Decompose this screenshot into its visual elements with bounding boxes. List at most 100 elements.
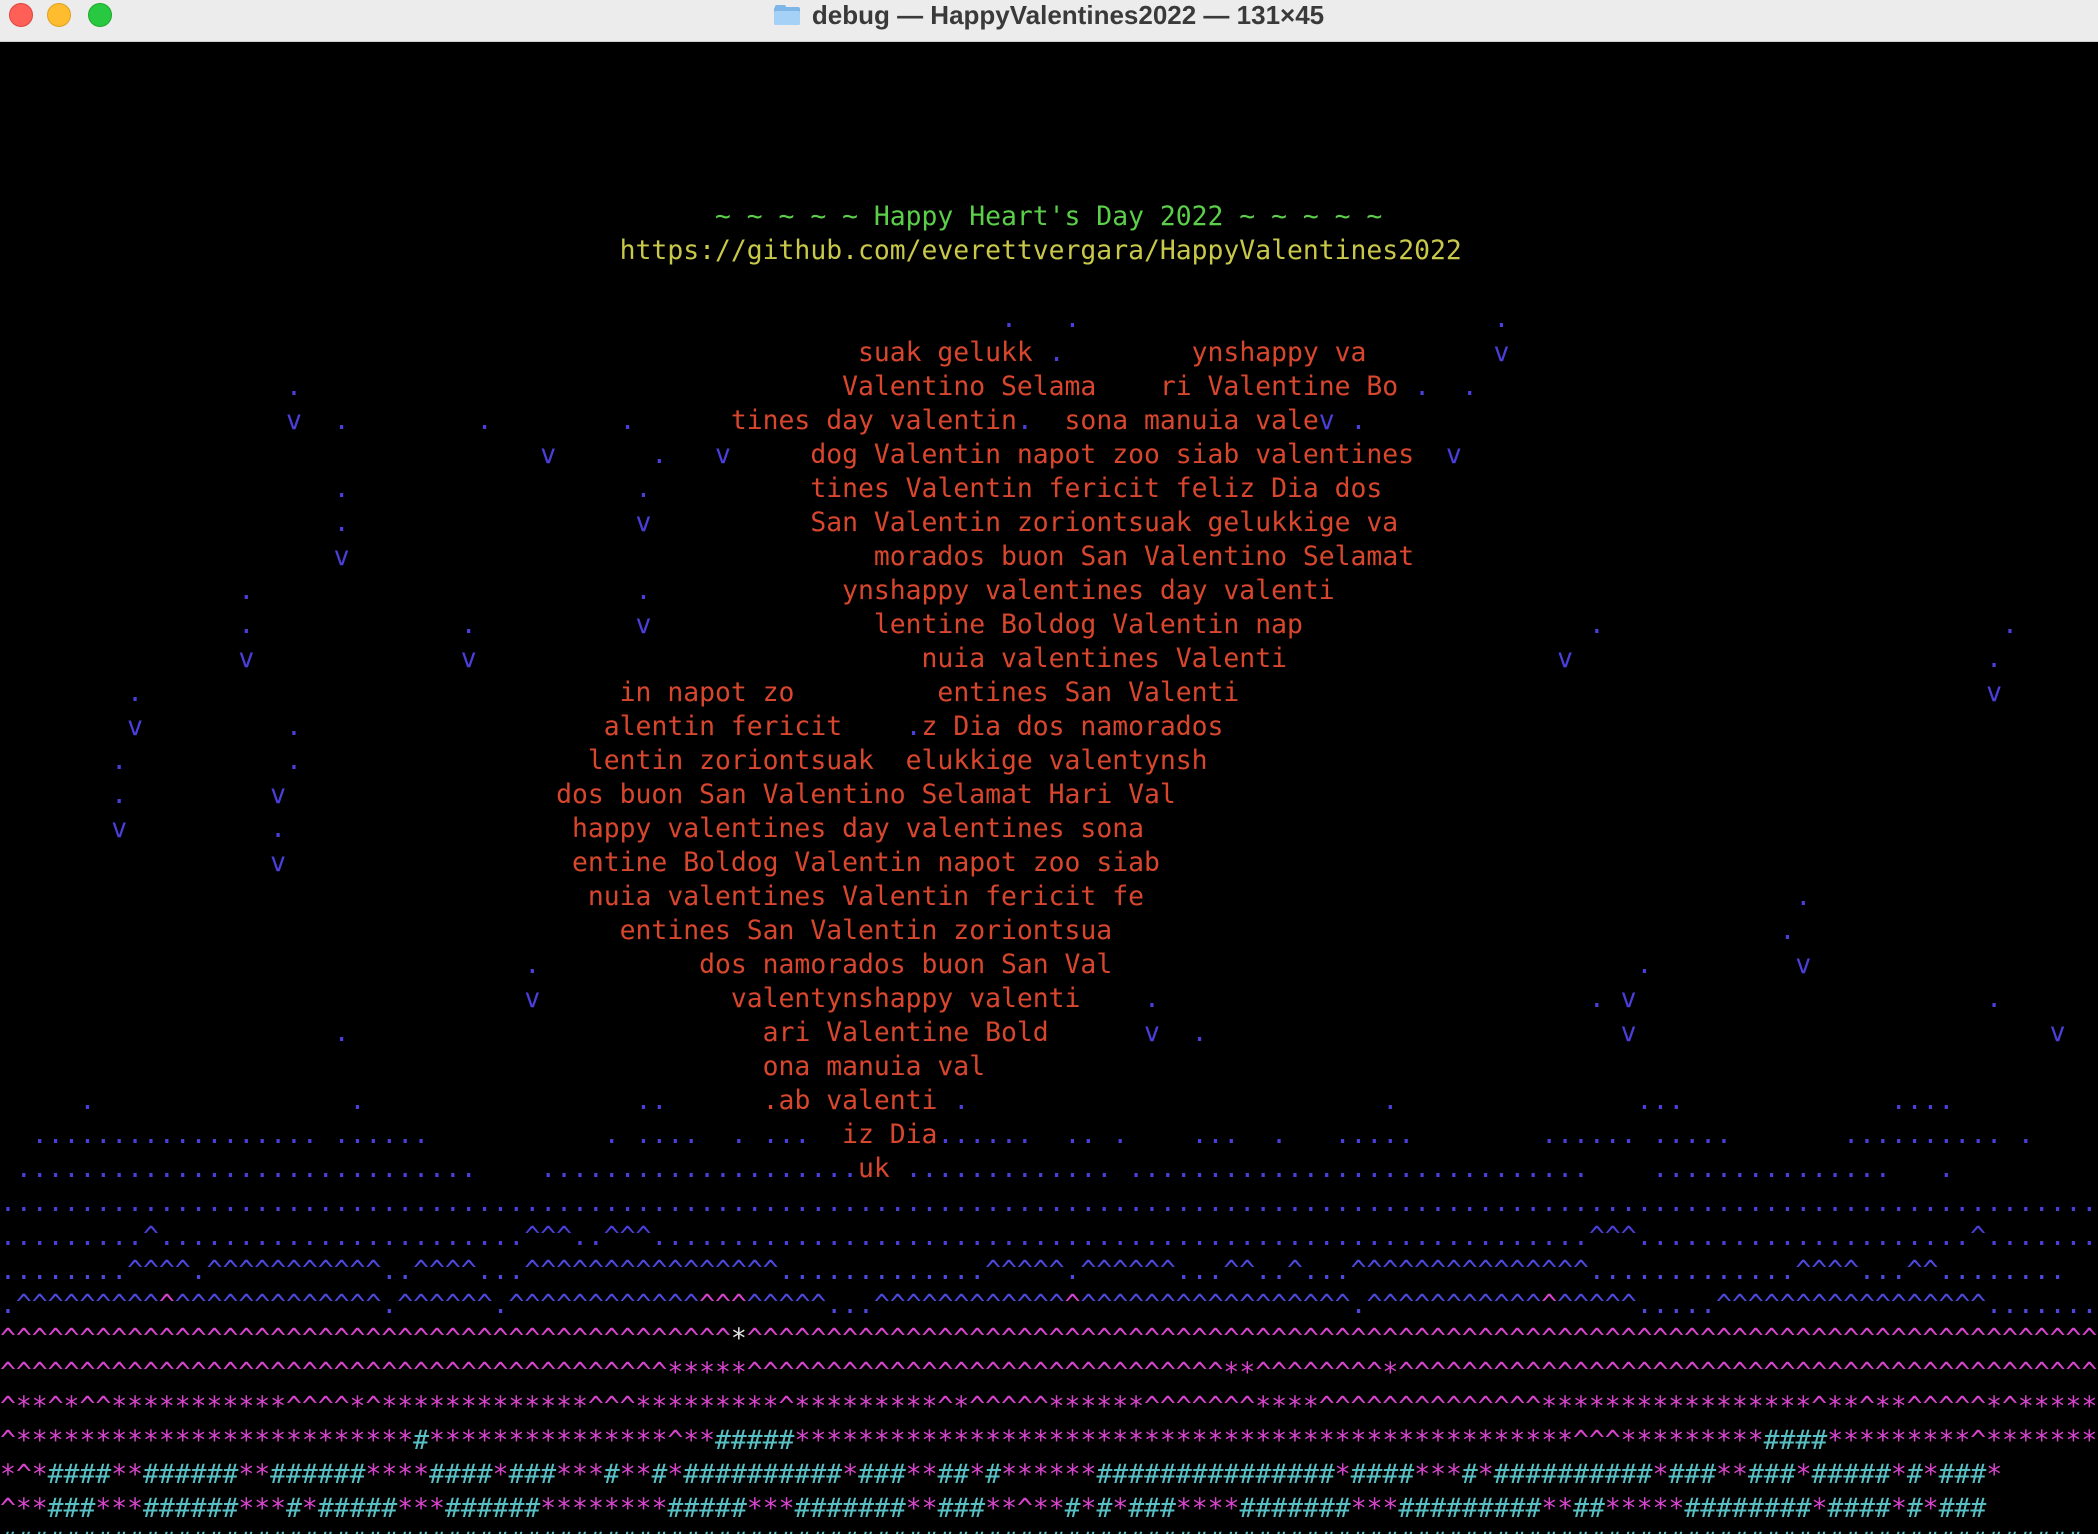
terminal-text-segment: . ... .... [969,1085,1955,1116]
terminal-text-segment: . . v [0,609,652,640]
terminal-text-segment: ***************^** [429,1425,715,1456]
terminal-text-segment: ** [619,1459,652,1490]
terminal-text-segment: . [0,1017,350,1048]
terminal-text-segment: .^^^^^^.^^^^^^^^^^^^ [381,1289,700,1320]
terminal-text-segment: ona manuia val [0,1051,986,1082]
terminal-text-segment: . . [1398,371,1478,402]
terminal-text-segment: . [937,1085,970,1116]
terminal-line: ^**###***######***#*#####***######******… [0,1492,2098,1526]
terminal-text-segment: # [1461,1459,1478,1490]
terminal-text-segment: *** [95,1493,144,1524]
terminal-text-segment: . . [0,745,302,776]
terminal-text-segment: ** [905,1459,938,1490]
terminal-text-segment: ############### [1096,1459,1335,1490]
terminal-line: entines San Valentin zoriontsua . [0,914,2098,948]
terminal-text-segment: ^************************* [0,1425,414,1456]
window-title-group: debug — HappyValentines2022 — 131×45 [0,0,2098,30]
terminal-output[interactable]: ~ ~ ~ ~ ~ Happy Heart's Day 2022 ~ ~ ~ ~… [0,42,2098,1534]
terminal-text-segment: ### [47,1493,96,1524]
terminal-text-segment: # [1064,1493,1081,1524]
terminal-text-segment: * [1922,1493,1939,1524]
terminal-text-segment: * [1334,1459,1351,1490]
terminal-line: . . v lentine Boldog Valentin nap . . [0,608,2098,642]
terminal-text-segment: v . v v [1048,1017,2066,1048]
terminal-text-segment: ** [238,1459,271,1490]
terminal-text-segment: * [492,1459,509,1490]
terminal-text-segment: tines Valentin fericit feliz Dia dos [651,473,1383,504]
terminal-text-segment: *** [238,1493,287,1524]
terminal-text-segment: ### [1747,1459,1796,1490]
terminal-text-segment: ### [858,1459,906,1490]
terminal-text-segment: ...... .. . ... . ..... ...... ..... ...… [937,1119,2034,1150]
terminal-text-segment: * [1811,1493,1828,1524]
terminal-text-segment: . . [0,473,652,504]
terminal-line: ........^^^^.^^^^^^^^^^^..^^^^...^^^^^^^… [0,1254,2098,1288]
terminal-text-segment: ** [905,1493,938,1524]
terminal-text-segment: z Dia dos namorados [921,711,1224,742]
terminal-text-segment: ###### [444,1493,541,1524]
terminal-text-segment: .ab valenti [762,1085,938,1116]
terminal-text-segment: #### [429,1459,493,1490]
terminal-text-segment: ^^^^^^^^^^^^^^^^^^^^^^^^^^^^^^^^^^^^^^^^… [746,1323,2098,1354]
terminal-text-segment: * [1922,1459,1939,1490]
terminal-text-segment: . . . [0,303,1510,334]
terminal-line: ........................................… [0,1186,2098,1220]
terminal-text-segment: . [0,677,143,708]
terminal-text-segment: Valentino Selama ri Valentine Bo [301,371,1399,402]
folder-icon [773,5,800,25]
terminal-line: ............................. ..........… [0,1152,2098,1186]
terminal-text-segment: ............. ..........................… [889,1153,1955,1184]
terminal-text-segment: ### [508,1459,557,1490]
terminal-text-segment: .................. ...... . .... . ... [0,1119,811,1150]
terminal-text-segment: **** [365,1459,430,1490]
terminal-line: . . . [0,302,2098,336]
terminal-line: ^^^^^^^^^^^^^^^^^^^^^^^^^^^^^^^^^^^^^^^^… [0,1356,2098,1390]
terminal-line: v valentynshappy valenti . . v . [0,982,2098,1016]
terminal-line: ^**^*^^***********^^^^*^*************^^^… [0,1390,2098,1424]
terminal-text-segment: happy valentines day valentines sona [286,813,1144,844]
terminal-text-segment: **** [1175,1493,1240,1524]
terminal-line: . v dos buon San Valentino Selamat Hari … [0,778,2098,812]
terminal-text-segment: ari Valentine Bold [349,1017,1049,1048]
terminal-text-segment: * [842,1459,859,1490]
terminal-text-segment: . [1112,915,1796,946]
terminal-text-segment: * [1890,1459,1907,1490]
terminal-text-segment: dos buon San Valentino Selamat Hari Val [286,779,1176,810]
terminal-text-segment: ######## [1684,1493,1812,1524]
terminal-line: *^*####**######**######****####*###***#*… [0,1458,2098,1492]
title-bar: debug — HappyValentines2022 — 131×45 [0,0,2098,42]
terminal-text-segment: . v [1112,949,1812,980]
window-title: debug — HappyValentines2022 — 131×45 [811,0,1325,30]
terminal-text-segment: # [1906,1493,1923,1524]
terminal-text-segment: # [651,1459,668,1490]
terminal-text-segment: alentin fericit [301,711,906,742]
terminal-line: nuia valentines Valentin fericit fe . [0,880,2098,914]
terminal-text-segment: ^^^^^^^^^^^^^^^^^^^^^^^^^^^^^^^^^^^^^^^^… [0,1357,668,1388]
terminal-text-segment: ** [111,1459,144,1490]
terminal-line: . . ynshappy valentines day valenti [0,574,2098,608]
terminal-text-segment: v [1239,677,2002,708]
terminal-text-segment: *** [556,1459,604,1490]
terminal-text-segment: # [1906,1459,1923,1490]
terminal-text-segment: # [985,1459,1002,1490]
terminal-text-segment: v . [0,711,302,742]
terminal-text-segment: # [603,1459,620,1490]
terminal-text-segment: #### [1350,1459,1415,1490]
terminal-text-segment: ****** [1001,1459,1097,1490]
terminal-text-segment: ^ [158,1289,175,1320]
terminal-text-segment: * [1795,1459,1812,1490]
terminal-text-segment: ^^^^^... [746,1289,874,1320]
terminal-line: v morados buon San Valentino Selamat [0,540,2098,574]
terminal-text-segment: v [0,983,541,1014]
terminal-text-segment: . v [0,779,286,810]
terminal-text-segment: * [1477,1459,1494,1490]
terminal-text-segment: ########## [683,1459,843,1490]
terminal-text-segment: ########## [1493,1459,1653,1490]
terminal-text-segment: ^ [1541,1289,1558,1320]
terminal-text-segment: **^** [985,1493,1065,1524]
terminal-text-segment: ^^^^^^^^^^^^^^^^^^^^^^^^^^^^^^^^^^^^^^^^… [0,1323,731,1354]
terminal-text-segment: * [1890,1493,1907,1524]
terminal-text-segment: * [1652,1459,1669,1490]
